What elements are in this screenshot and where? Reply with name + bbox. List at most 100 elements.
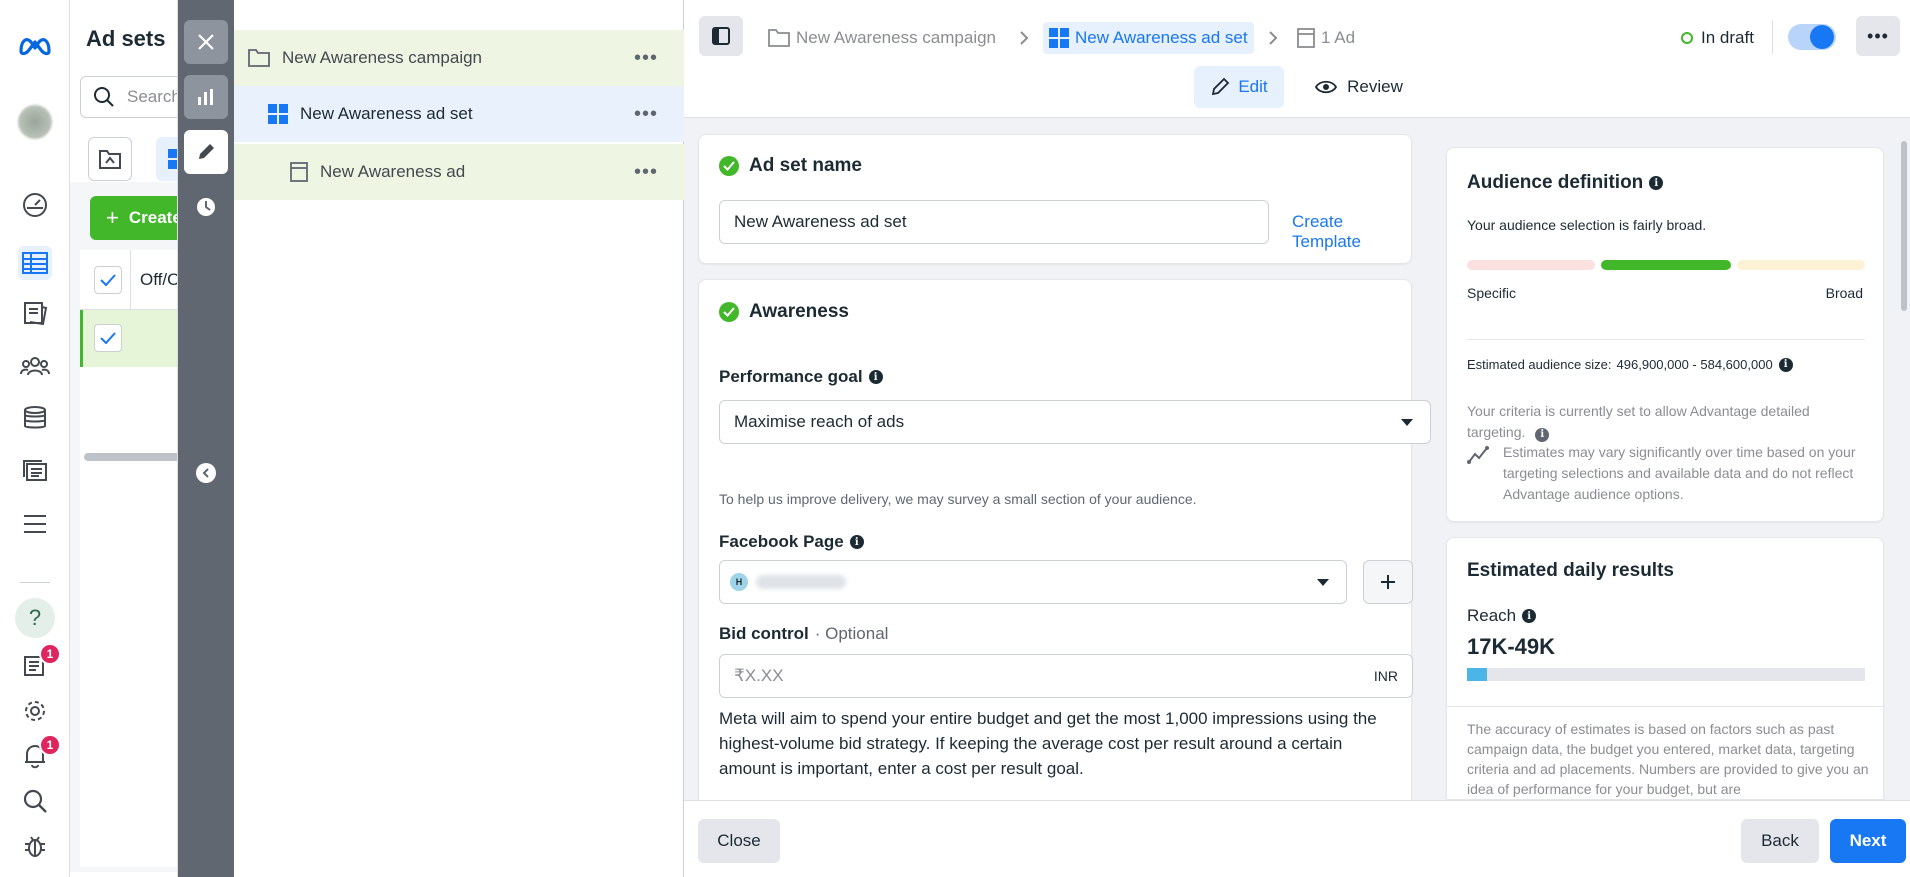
media-library-icon[interactable]	[18, 454, 52, 488]
bar-chart-icon	[198, 89, 213, 105]
performance-goal-select[interactable]: Maximise reach of ads	[719, 400, 1431, 444]
breadcrumb-ad[interactable]: 1 Ad	[1297, 22, 1355, 54]
redacted-page-name	[756, 575, 846, 589]
checkmark-icon	[719, 302, 739, 322]
table-header-row: Off/On	[80, 250, 177, 310]
chevron-right-icon	[1269, 31, 1278, 45]
info-icon[interactable]: i	[849, 535, 864, 549]
accuracy-note: The accuracy of estimates is based on fa…	[1467, 721, 1869, 797]
settings-icon[interactable]	[18, 694, 52, 728]
bid-amount-input[interactable]: ₹X.XX INR	[719, 654, 1413, 698]
adset-name-heading: Ad set name	[719, 155, 862, 177]
ad-page-icon	[1297, 28, 1315, 48]
editor-topbar: New Awareness campaign New Awareness ad …	[684, 0, 1910, 118]
draft-status-dot	[1681, 32, 1693, 44]
toggle-sidebar-button[interactable]	[699, 16, 743, 56]
history-button[interactable]	[184, 185, 228, 229]
grid-icon	[268, 104, 288, 124]
back-button[interactable]: Back	[1741, 819, 1819, 863]
close-button[interactable]: Close	[698, 819, 780, 863]
collapse-panel-button[interactable]	[196, 463, 216, 483]
tree-item-adset[interactable]: New Awareness ad set •••	[234, 86, 684, 142]
ads-manager-table-icon[interactable]	[18, 246, 52, 280]
estimates-note: Estimates may vary significantly over ti…	[1503, 444, 1856, 502]
estimated-audience-size: Estimated audience size: 496,900,000 - 5…	[1467, 357, 1793, 372]
close-panel-button[interactable]	[184, 20, 228, 64]
audience-definition-card: Audience definition i Your audience sele…	[1446, 147, 1884, 522]
more-options-icon[interactable]: •••	[634, 162, 658, 182]
adset-name-input[interactable]: New Awareness ad set	[719, 200, 1269, 244]
chevron-left-icon	[202, 468, 209, 478]
info-icon[interactable]: i	[1649, 176, 1664, 190]
folder-icon	[768, 29, 790, 47]
help-icon[interactable]: ?	[15, 598, 55, 638]
more-options-icon[interactable]: •••	[634, 48, 658, 68]
meta-logo-icon[interactable]	[18, 28, 52, 62]
tree-item-ad[interactable]: New Awareness ad •••	[234, 144, 684, 200]
info-icon[interactable]: i	[1522, 609, 1537, 623]
bid-control-label: Bid control · Optional	[719, 624, 889, 643]
bid-strategy-description: Meta will aim to spend your entire budge…	[719, 709, 1377, 778]
catalog-icon[interactable]	[18, 296, 52, 330]
global-nav-rail: ? 1 1	[0, 0, 70, 877]
pencil-icon	[199, 144, 214, 159]
more-options-icon[interactable]: •••	[634, 104, 658, 124]
adsets-tab[interactable]	[156, 137, 177, 181]
adsets-search-input[interactable]: Search	[80, 76, 177, 118]
rail-divider	[20, 582, 50, 583]
adsets-panel: Ad sets Search + Create Off/On	[70, 0, 178, 877]
add-page-button[interactable]	[1363, 560, 1413, 604]
editor-scrollbar[interactable]	[1900, 127, 1908, 800]
audiences-icon[interactable]	[18, 349, 52, 383]
close-icon	[198, 34, 214, 50]
awareness-card: Awareness Performance goal i Maximise re…	[698, 279, 1431, 809]
menu-icon[interactable]	[18, 507, 52, 541]
facebook-page-select[interactable]: H	[719, 560, 1347, 604]
create-button[interactable]: + Create	[90, 196, 177, 240]
campaign-on-off-toggle[interactable]	[1788, 24, 1836, 50]
scrollbar-thumb[interactable]	[1901, 141, 1907, 311]
search-icon	[94, 87, 114, 107]
info-icon[interactable]: i	[1778, 357, 1793, 372]
billing-icon[interactable]	[18, 401, 52, 435]
create-template-link[interactable]: Create Template	[1292, 212, 1411, 252]
audience-definition-heading: Audience definition i	[1467, 172, 1664, 194]
info-icon[interactable]: i	[1535, 427, 1550, 442]
performance-goal-label: Performance goal i	[719, 367, 883, 387]
caret-down-icon	[1401, 418, 1413, 426]
row-checkbox[interactable]	[94, 324, 122, 352]
breadcrumb-adset[interactable]: New Awareness ad set	[1043, 22, 1254, 54]
sidebar-toggle-icon	[712, 27, 730, 45]
horizontal-scrollbar[interactable]	[84, 453, 177, 461]
grid-icon	[168, 149, 177, 169]
inbox-count-badge: 1	[39, 643, 61, 665]
breadcrumb-campaign[interactable]: New Awareness campaign	[768, 22, 996, 54]
select-all-checkbox[interactable]	[94, 266, 122, 294]
daily-results-card: Estimated daily results Reach i 17K-49K …	[1446, 537, 1884, 800]
reach-value: 17K-49K	[1467, 634, 1556, 659]
draft-status: In draft	[1681, 22, 1754, 54]
reach-bar-fill	[1467, 668, 1487, 681]
edit-mode-button[interactable]	[184, 130, 228, 174]
eye-icon	[1315, 80, 1338, 94]
dashboard-icon[interactable]	[18, 188, 52, 222]
search-icon[interactable]	[18, 784, 52, 818]
profile-avatar[interactable]	[18, 105, 52, 139]
tree-item-campaign[interactable]: New Awareness campaign •••	[234, 30, 684, 86]
folder-icon	[248, 49, 270, 67]
daily-results-heading: Estimated daily results	[1467, 560, 1674, 581]
bug-report-icon[interactable]	[18, 829, 52, 863]
reporting-button[interactable]	[184, 75, 228, 119]
adset-editor: New Awareness campaign New Awareness ad …	[684, 0, 1910, 877]
campaigns-tab[interactable]	[88, 137, 132, 181]
adsets-title: Ad sets	[86, 26, 166, 51]
table-row[interactable]	[80, 310, 177, 367]
tab-review[interactable]: Review	[1294, 66, 1424, 108]
checkmark-icon	[719, 156, 739, 176]
side-tool-strip	[178, 0, 234, 877]
info-icon[interactable]: i	[868, 370, 883, 384]
next-button[interactable]: Next	[1830, 819, 1906, 863]
reach-bar	[1467, 668, 1865, 681]
tab-edit[interactable]: Edit	[1194, 66, 1284, 108]
more-actions-button[interactable]: •••	[1856, 16, 1900, 56]
